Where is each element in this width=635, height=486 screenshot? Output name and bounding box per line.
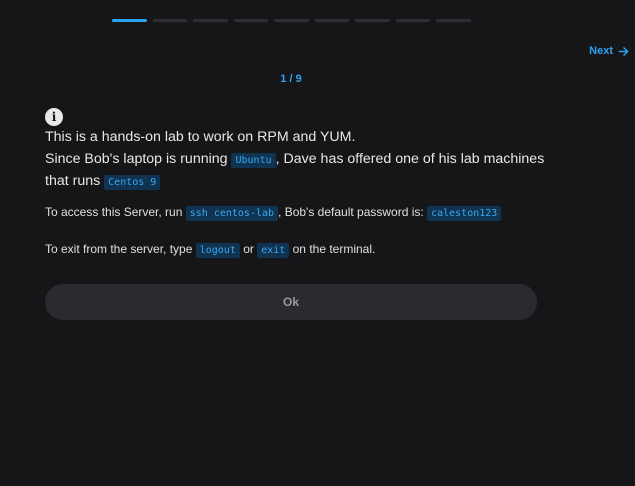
lab-description: This is a hands-on lab to work on RPM an… bbox=[45, 127, 565, 260]
code-ssh-command: ssh centos-lab bbox=[185, 205, 279, 221]
lab-intro-screen: Next 1 / 9 i This is a hands-on lab to w… bbox=[0, 0, 635, 486]
exit-text-mid: or bbox=[239, 241, 258, 256]
code-logout: logout bbox=[195, 242, 240, 258]
progress-step-5 bbox=[274, 19, 309, 22]
ok-button[interactable]: Ok bbox=[45, 284, 537, 320]
progress-step-3 bbox=[193, 19, 228, 22]
info-icon: i bbox=[45, 108, 63, 126]
code-centos: Centos 9 bbox=[104, 175, 161, 190]
access-text-mid: , Bob's default password is: bbox=[278, 204, 428, 219]
page-counter: 1 / 9 bbox=[280, 73, 302, 85]
code-password: caleston123 bbox=[427, 205, 502, 221]
ok-button-label: Ok bbox=[282, 295, 299, 309]
progress-step-2 bbox=[152, 19, 187, 22]
code-exit: exit bbox=[257, 242, 290, 258]
exit-paragraph: To exit from the server, type logout or … bbox=[45, 240, 565, 260]
next-button-label: Next bbox=[589, 45, 613, 57]
exit-text-post: on the terminal. bbox=[289, 241, 376, 256]
progress-step-1 bbox=[112, 19, 147, 22]
access-text: To access this Server, run bbox=[45, 204, 186, 219]
arrow-right-icon bbox=[618, 46, 629, 56]
intro-line-1: This is a hands-on lab to work on RPM an… bbox=[45, 129, 356, 145]
progress-step-9 bbox=[436, 19, 471, 22]
step-progress-bar bbox=[112, 19, 471, 22]
progress-step-6 bbox=[314, 19, 349, 22]
progress-step-8 bbox=[395, 19, 430, 22]
next-button[interactable]: Next bbox=[589, 45, 629, 57]
intro-line-2-text: Since Bob's laptop is running bbox=[45, 150, 232, 167]
code-ubuntu: Ubuntu bbox=[231, 152, 276, 168]
progress-step-7 bbox=[355, 19, 390, 22]
intro-paragraph: This is a hands-on lab to work on RPM an… bbox=[45, 127, 565, 194]
access-paragraph: To access this Server, run ssh centos-la… bbox=[45, 203, 565, 223]
exit-text: To exit from the server, type bbox=[45, 241, 196, 256]
progress-step-4 bbox=[233, 19, 268, 22]
